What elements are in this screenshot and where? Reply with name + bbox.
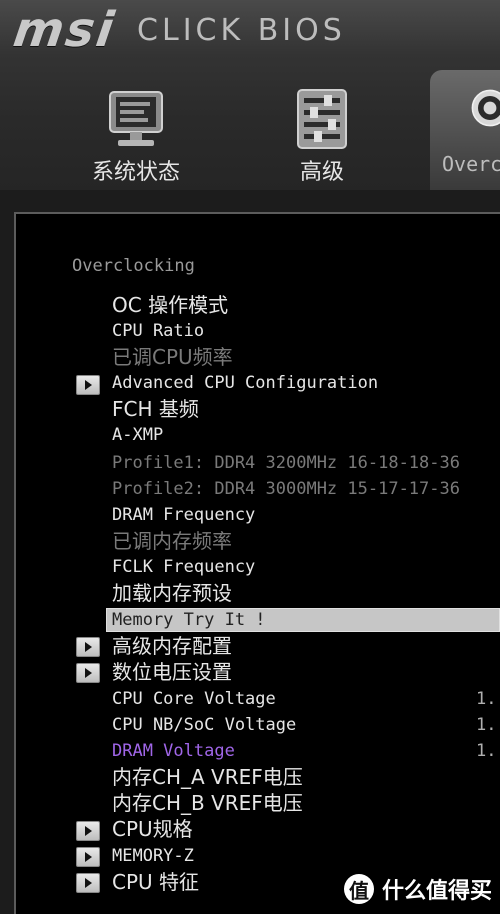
digital-voltage-item[interactable]: 数位电压设置	[112, 659, 232, 685]
xmp-profile2: Profile2: DDR4 3000MHz 15-17-17-36	[112, 479, 460, 499]
submenu-arrow-icon[interactable]	[76, 637, 100, 657]
cpu-core-voltage-value: 1.	[476, 689, 497, 709]
dram-frequency-item[interactable]: DRAM Frequency	[112, 502, 255, 528]
submenu-arrow-icon[interactable]	[76, 821, 100, 841]
cpu-features-item[interactable]: CPU 特征	[112, 869, 199, 895]
brand: msi CLICK BIOS	[10, 2, 346, 58]
ch-a-vref-item[interactable]: 内存CH_A VREF电压	[112, 764, 303, 790]
adjusted-dram-freq-item: 已调内存频率	[112, 529, 232, 553]
ch-b-vref-item[interactable]: 内存CH_B VREF电压	[112, 790, 303, 816]
dram-voltage-value: 1.	[476, 741, 497, 761]
xmp-profile1: Profile1: DDR4 3200MHz 16-18-18-36	[112, 453, 460, 473]
memory-z-item[interactable]: MEMORY-Z	[112, 843, 194, 869]
advanced-memory-config-item[interactable]: 高级内存配置	[112, 633, 232, 659]
cpu-nb-soc-voltage-value: 1.	[476, 715, 497, 735]
click-bios-title: CLICK BIOS	[137, 12, 346, 48]
submenu-arrow-icon[interactable]	[76, 663, 100, 683]
memory-try-it-item[interactable]: Memory Try It !	[106, 608, 500, 632]
load-memory-preset-item[interactable]: 加载内存预设	[112, 580, 232, 606]
tab-label: 高级	[299, 160, 344, 185]
bios-header: msi CLICK BIOS 系统状态 高级 Overc	[0, 0, 500, 190]
msi-logo: msi	[10, 2, 119, 58]
cpu-ratio-item[interactable]: CPU Ratio	[112, 318, 204, 344]
memory-try-it-label: Memory Try It !	[112, 610, 266, 630]
monitor-icon	[109, 91, 163, 146]
gauge-icon	[471, 89, 500, 127]
watermark-text: 什么值得买	[382, 879, 493, 904]
submenu-arrow-icon[interactable]	[76, 847, 100, 867]
watermark-logo-icon: 值	[344, 874, 374, 904]
section-title: Overclocking	[72, 256, 195, 276]
a-xmp-item[interactable]: A-XMP	[112, 422, 163, 448]
tab-label: 系统状态	[91, 160, 180, 185]
watermark: 值 什么值得买	[344, 872, 492, 906]
adjusted-cpu-freq-item: 已调CPU频率	[112, 345, 233, 369]
oc-mode-item[interactable]: OC 操作模式	[112, 292, 228, 318]
fch-base-clock-item[interactable]: FCH 基频	[112, 396, 199, 422]
tab-system-status[interactable]: 系统状态	[72, 78, 200, 190]
tab-overclocking[interactable]: Overc	[430, 70, 500, 190]
dram-voltage-item[interactable]: DRAM Voltage	[112, 738, 235, 764]
submenu-arrow-icon[interactable]	[76, 873, 100, 893]
cpu-spec-item[interactable]: CPU规格	[112, 816, 193, 842]
submenu-arrow-icon[interactable]	[76, 375, 100, 395]
fclk-frequency-item[interactable]: FCLK Frequency	[112, 554, 255, 580]
sliders-icon	[297, 89, 347, 149]
cpu-core-voltage-item[interactable]: CPU Core Voltage	[112, 686, 276, 712]
cpu-nb-soc-voltage-item[interactable]: CPU NB/SoC Voltage	[112, 712, 296, 738]
advanced-cpu-config-item[interactable]: Advanced CPU Configuration	[112, 370, 378, 396]
tab-label: Overc	[442, 152, 500, 176]
tab-advanced[interactable]: 高级	[262, 78, 382, 190]
